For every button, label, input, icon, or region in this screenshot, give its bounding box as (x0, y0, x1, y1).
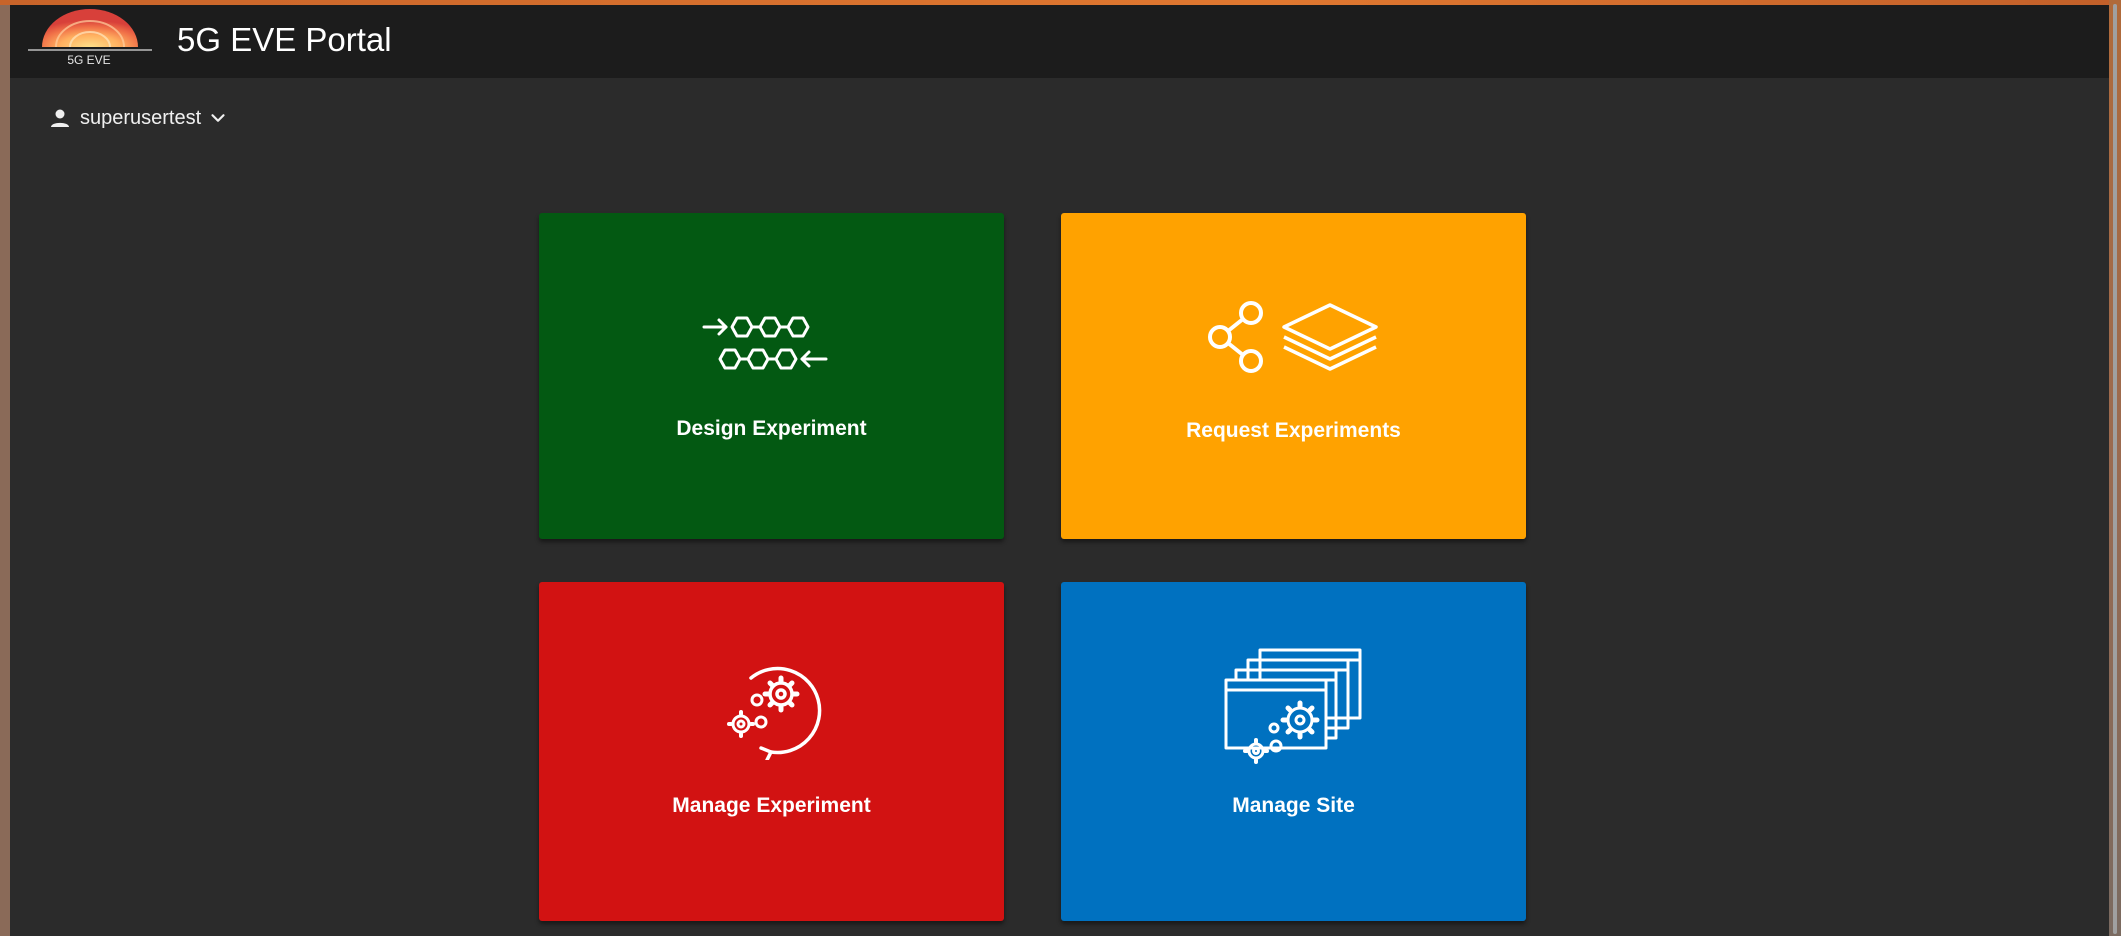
user-menu[interactable]: superusertest (48, 101, 229, 135)
5g-eve-logo-icon (28, 9, 152, 51)
tile-label: Design Experiment (676, 417, 867, 440)
tile-label: Request Experiments (1186, 419, 1401, 442)
gears-cycle-icon (726, 666, 821, 760)
app-title: 5G EVE Portal (177, 21, 392, 58)
window-left-border (0, 5, 10, 936)
scrollbar[interactable] (2109, 0, 2121, 936)
username: superusertest (80, 106, 202, 129)
logo-caption: 5G EVE (67, 53, 111, 67)
scrollbar-thumb[interactable] (2113, 4, 2117, 934)
windows-gears-icon (1224, 648, 1361, 764)
chevron-down-icon[interactable] (207, 107, 229, 129)
hexagon-chain-icon (702, 316, 827, 370)
browser-frame: 5G EVE 5G EVE Portal superusertest Desig… (0, 0, 2121, 936)
tile-label: Manage Experiment (672, 794, 871, 817)
tile-request-experiments[interactable]: Request Experiments (1061, 213, 1526, 539)
app-header: 5G EVE 5G EVE Portal (10, 5, 2109, 78)
tile-design-experiment[interactable]: Design Experiment (539, 213, 1004, 539)
app-root: 5G EVE 5G EVE Portal superusertest Desig… (10, 5, 2109, 936)
logo[interactable]: 5G EVE (28, 7, 176, 71)
tile-label: Manage Site (1232, 794, 1355, 817)
tile-manage-experiment[interactable]: Manage Experiment (539, 582, 1004, 921)
tile-manage-site[interactable]: Manage Site (1061, 582, 1526, 921)
person-icon (51, 109, 69, 127)
share-layers-icon (1207, 301, 1378, 373)
